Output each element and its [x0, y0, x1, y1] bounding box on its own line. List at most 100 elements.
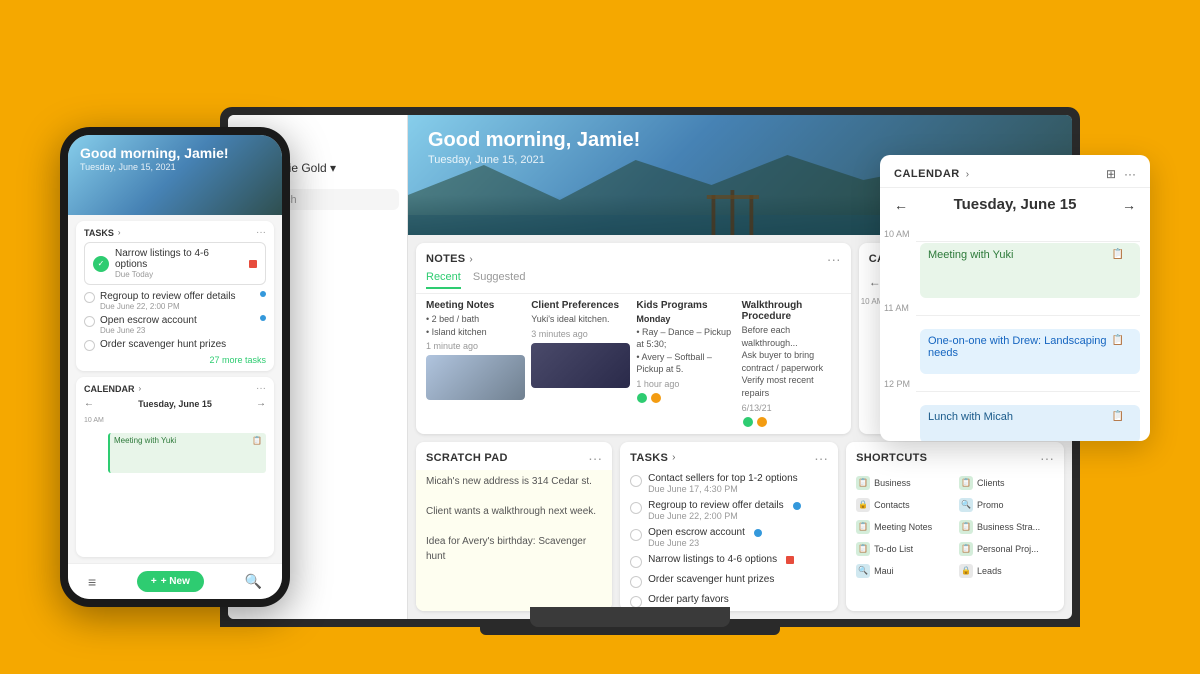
- shortcut-maui[interactable]: 🔍 Maui: [854, 562, 953, 580]
- task-text-5: Order scavenger hunt prizes: [648, 574, 774, 585]
- note-title-3: Kids Programs: [636, 300, 735, 311]
- notes-tab-suggested[interactable]: Suggested: [473, 271, 526, 289]
- shortcut-clients[interactable]: 📋 Clients: [957, 474, 1056, 492]
- phone-new-plus: +: [151, 576, 157, 587]
- note-card-3: Kids Programs Monday • Ray – Dance – Pic…: [636, 300, 735, 428]
- phone-task-name-3: Order scavenger hunt prizes: [100, 339, 266, 350]
- shortcut-personal-proj-label: Personal Proj...: [977, 544, 1039, 554]
- task-text-6: Order party favors: [648, 594, 729, 605]
- popup-event-drew[interactable]: One-on-one with Drew: Landscaping needs …: [920, 329, 1140, 374]
- phone-timeline: 10 AM Meeting with Yuki 📋: [84, 413, 266, 551]
- popup-calendar-prev-icon[interactable]: ←: [894, 197, 908, 213]
- phone-time-label-10: 10 AM: [84, 417, 104, 424]
- phone-new-button[interactable]: + + New: [137, 571, 204, 592]
- popup-calendar-more-icon[interactable]: ···: [1124, 167, 1136, 181]
- task-radio-5[interactable]: [630, 576, 642, 588]
- phone-completed-task: ✓ Narrow listings to 4-6 options Due Tod…: [84, 242, 266, 285]
- phone-task-radio-2[interactable]: [84, 316, 95, 327]
- scratch-pad-content[interactable]: Micah's new address is 314 Cedar st. Cli…: [416, 470, 612, 611]
- popup-event-micah[interactable]: Lunch with Micah 📋: [920, 405, 1140, 441]
- task-radio-3[interactable]: [630, 529, 642, 541]
- phone-tasks-label: TASKS: [84, 228, 114, 238]
- shortcut-business-stra[interactable]: 📋 Business Stra...: [957, 518, 1056, 536]
- note-timestamp-1: 1 minute ago: [426, 341, 525, 351]
- scratch-pad-more-icon[interactable]: ···: [588, 450, 602, 466]
- phone-tasks-card: TASKS › ··· ✓ Narrow listings to 4-6 opt…: [76, 221, 274, 371]
- phone-task-item-2: Open escrow account Due June 23: [84, 313, 266, 337]
- task-text-1: Contact sellers for top 1-2 options: [648, 473, 798, 484]
- shortcuts-widget-title: SHORTCUTS: [856, 452, 927, 464]
- shortcut-clients-icon: 📋: [959, 476, 973, 490]
- shortcut-contacts[interactable]: 🔒 Contacts: [854, 496, 953, 514]
- task-flag-red-icon-4: [786, 556, 794, 564]
- note-title-1: Meeting Notes: [426, 300, 525, 311]
- phone-event-note-icon: 📋: [252, 436, 262, 445]
- popup-line-10am: [916, 241, 1140, 242]
- task-radio-2[interactable]: [630, 502, 642, 514]
- shortcuts-widget-more-icon[interactable]: ···: [1040, 450, 1054, 466]
- popup-calendar-next-icon[interactable]: →: [1122, 197, 1136, 213]
- task-text-3: Open escrow account: [648, 527, 745, 538]
- phone-task-radio[interactable]: [84, 292, 95, 303]
- note-card-1: Meeting Notes • 2 bed / bath• Island kit…: [426, 300, 525, 428]
- shortcut-promo[interactable]: 🔍 Promo: [957, 496, 1056, 514]
- phone-completed-task-due: Due Today: [115, 270, 243, 279]
- collab-avatar-3: [742, 416, 754, 428]
- tasks-widget-arrow-icon: ›: [672, 452, 675, 463]
- hero-greeting: Good morning, Jamie!: [428, 129, 640, 152]
- phone-calendar-prev-icon[interactable]: ←: [84, 398, 94, 409]
- tasks-widget-title: TASKS: [630, 452, 668, 464]
- phone-more-tasks[interactable]: 27 more tasks: [84, 353, 266, 365]
- task-radio-4[interactable]: [630, 556, 642, 568]
- phone-task-radio-3[interactable]: [84, 340, 95, 351]
- phone-screen: Good morning, Jamie! Tuesday, June 15, 2…: [68, 135, 282, 599]
- task-item-1: Contact sellers for top 1-2 options Due …: [620, 470, 838, 497]
- widgets-row-2: SCRATCH PAD ··· Micah's new address is 3…: [416, 442, 1064, 611]
- task-radio-6[interactable]: [630, 596, 642, 608]
- popup-timeline: 10 AM Meeting with Yuki 📋 11 AM One-on-o…: [880, 221, 1150, 441]
- tasks-widget-header: TASKS › ···: [620, 442, 838, 470]
- shortcut-business-icon: 📋: [856, 476, 870, 490]
- task-due-1: Due June 17, 4:30 PM: [648, 484, 798, 494]
- phone-calendar-next-icon[interactable]: →: [256, 398, 266, 409]
- phone-calendar-arrow-icon: ›: [139, 384, 142, 393]
- shortcut-personal-proj[interactable]: 📋 Personal Proj...: [957, 540, 1056, 558]
- calendar-prev-icon[interactable]: ←: [869, 275, 881, 289]
- collab-avatar-1: [636, 392, 648, 404]
- phone-search-icon[interactable]: 🔍: [245, 573, 262, 590]
- scratch-pad-title: SCRATCH PAD: [426, 452, 508, 464]
- shortcut-promo-label: Promo: [977, 500, 1004, 510]
- task-radio-1[interactable]: [630, 475, 642, 487]
- popup-calendar-nav: ← Tuesday, June 15 →: [880, 188, 1150, 221]
- shortcut-meeting-notes[interactable]: 📋 Meeting Notes: [854, 518, 953, 536]
- task-flag-blue-icon-2: [793, 502, 801, 510]
- popup-line-12pm: [916, 391, 1140, 392]
- shortcut-business[interactable]: 📋 Business: [854, 474, 953, 492]
- note-timestamp-4: 6/13/21: [742, 403, 841, 413]
- shortcut-business-label: Business: [874, 478, 911, 488]
- phone-tasks-more-icon[interactable]: ···: [256, 227, 266, 238]
- popup-event-drew-note-icon: 📋: [1112, 335, 1124, 346]
- shortcut-leads[interactable]: 🔒 Leads: [957, 562, 1056, 580]
- phone-content: TASKS › ··· ✓ Narrow listings to 4-6 opt…: [68, 215, 282, 563]
- phone-menu-icon[interactable]: ≡: [88, 574, 96, 590]
- shortcuts-widget: SHORTCUTS ··· 📋 Business: [846, 442, 1064, 611]
- notes-widget-more-icon[interactable]: ···: [827, 251, 841, 267]
- popup-event-yuki[interactable]: Meeting with Yuki 📋: [920, 243, 1140, 298]
- note-bullets-3: • Ray – Dance – Pickup at 5:30;• Avery –…: [636, 326, 735, 376]
- shortcut-todo-icon: 📋: [856, 542, 870, 556]
- tasks-widget-more-icon[interactable]: ···: [814, 450, 828, 466]
- shortcut-contacts-label: Contacts: [874, 500, 910, 510]
- note-image-1: [426, 355, 525, 400]
- phone-task-link-icon-2: [260, 315, 266, 321]
- shortcut-business-stra-label: Business Stra...: [977, 522, 1040, 532]
- popup-calendar-add-icon[interactable]: ⊞: [1106, 167, 1116, 181]
- scratch-pad-header: SCRATCH PAD ···: [416, 442, 612, 470]
- task-item-2: Regroup to review offer details Due June…: [620, 497, 838, 524]
- shortcut-leads-label: Leads: [977, 566, 1002, 576]
- note-collab-3: [636, 392, 735, 404]
- shortcut-todo[interactable]: 📋 To-do List: [854, 540, 953, 558]
- notes-tab-recent[interactable]: Recent: [426, 271, 461, 289]
- task-due-3: Due June 23: [648, 538, 745, 548]
- phone-calendar-more-icon[interactable]: ···: [256, 383, 266, 394]
